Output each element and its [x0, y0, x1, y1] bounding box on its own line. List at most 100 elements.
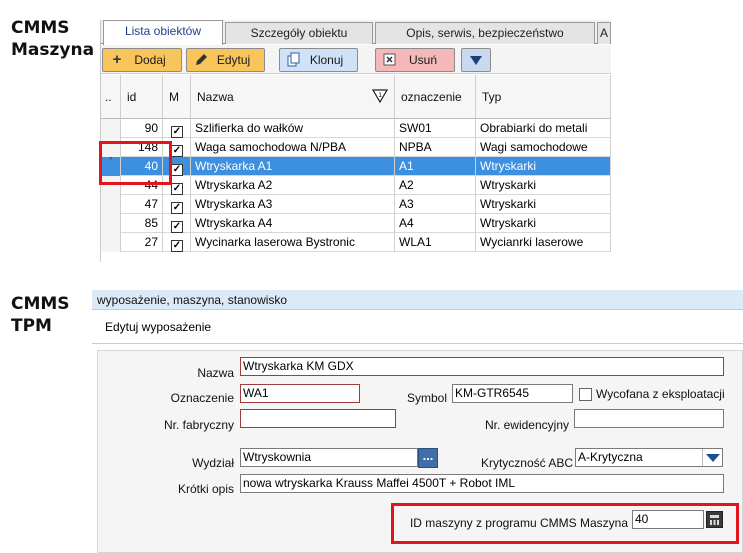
nazwa-label: Nazwa [197, 366, 234, 380]
cell-id: 90 [121, 119, 163, 138]
checkbox-checked-icon[interactable]: ✓ [171, 221, 183, 233]
cell-typ: Wycianrki laserowe [476, 233, 611, 252]
add-button-label: Dodaj [134, 53, 166, 67]
fabryczny-label: Nr. fabryczny [163, 418, 234, 432]
symbol-field[interactable]: KM-GTR6545 [452, 384, 573, 403]
krytycznosc-value: A-Krytyczna [578, 450, 643, 464]
cmms-tpm-label: CMMS TPM [11, 293, 70, 337]
edit-button[interactable]: Edytuj [186, 48, 265, 72]
col-header-m[interactable]: M [163, 75, 191, 119]
row-indicator[interactable] [101, 195, 121, 214]
opis-label: Krótki opis [177, 482, 234, 496]
row-indicator[interactable] [101, 214, 121, 233]
cell-nazwa: Wtryskarka A4 [191, 214, 395, 233]
delete-button[interactable]: Usuń [375, 48, 455, 72]
wydzial-browse-button[interactable]: ... [418, 448, 438, 468]
table-row[interactable]: 27 ✓ Wycinarka laserowa Bystronic WLA1 W… [101, 233, 611, 252]
clone-button-label: Klonuj [309, 53, 344, 67]
highlight-box-id-maszyny [391, 503, 739, 544]
cell-id: 47 [121, 195, 163, 214]
cmms-maszyna-label: CMMS Maszyna [11, 17, 94, 61]
highlight-box-selected-id [99, 141, 172, 185]
cell-id: 85 [121, 214, 163, 233]
cell-m[interactable]: ✓ [163, 233, 191, 252]
wydzial-field[interactable]: Wtryskownia [240, 448, 418, 467]
clone-button[interactable]: Klonuj [279, 48, 358, 72]
cell-nazwa: Wtryskarka A2 [191, 176, 395, 195]
cell-m[interactable]: ✓ [163, 214, 191, 233]
cell-oznaczenie: A4 [395, 214, 476, 233]
col-header-nazwa[interactable]: Nazwa 1 [191, 75, 395, 119]
tab-more[interactable]: A [597, 22, 611, 44]
filter-icon[interactable]: 1 [372, 89, 388, 103]
cell-typ: Wtryskarki [476, 195, 611, 214]
opis-field[interactable]: nowa wtryskarka Krauss Maffei 4500T + Ro… [240, 474, 724, 493]
cell-m[interactable]: ✓ [163, 195, 191, 214]
cell-typ: Wtryskarki [476, 176, 611, 195]
checkbox-checked-icon[interactable]: ✓ [171, 202, 183, 214]
cell-oznaczenie: A1 [395, 157, 476, 176]
cell-id: 27 [121, 233, 163, 252]
cell-nazwa: Wtryskarka A1 [191, 157, 395, 176]
pencil-icon [193, 52, 209, 68]
tab-opis-serwis[interactable]: Opis, serwis, bezpieczeństwo [375, 22, 595, 44]
cell-nazwa: Szlifierka do wałków [191, 119, 395, 138]
grid-header: .. id M Nazwa 1 oznaczenie Typ [101, 75, 611, 119]
cell-oznaczenie: A2 [395, 176, 476, 195]
checkbox-checked-icon[interactable]: ✓ [171, 145, 183, 157]
add-button[interactable]: + Dodaj [102, 48, 182, 72]
more-dropdown-button[interactable] [461, 48, 491, 72]
delete-button-label: Usuń [408, 53, 437, 67]
wydzial-label: Wydział [192, 456, 234, 470]
row-indicator[interactable] [101, 233, 121, 252]
krytycznosc-select[interactable]: A-Krytyczna [575, 448, 723, 467]
checkbox-checked-icon[interactable]: ✓ [171, 183, 183, 195]
checkbox-checked-icon[interactable]: ✓ [171, 164, 183, 176]
svg-text:1: 1 [378, 92, 382, 99]
ewidencyjny-field[interactable] [574, 409, 724, 428]
cmms-maszyna-panel: Lista obiektów Szczegóły obiektu Opis, s… [100, 20, 611, 262]
checkbox-checked-icon[interactable]: ✓ [171, 126, 183, 138]
fabryczny-field[interactable] [240, 409, 396, 428]
nazwa-field[interactable]: Wtryskarka KM GDX [240, 357, 724, 376]
label-line: CMMS [11, 294, 70, 314]
cell-nazwa: Wtryskarka A3 [191, 195, 395, 214]
col-header-indicator[interactable]: .. [101, 75, 121, 119]
table-row[interactable]: 44 ✓ Wtryskarka A2 A2 Wtryskarki [101, 176, 611, 195]
symbol-label: Symbol [406, 391, 447, 405]
label-line: CMMS [11, 18, 70, 38]
table-row[interactable]: 90 ✓ Szlifierka do wałków SW01 Obrabiark… [101, 119, 611, 138]
table-row[interactable]: 148 ✓ Waga samochodowa N/PBA NPBA Wagi s… [101, 138, 611, 157]
plus-icon: + [112, 51, 122, 68]
cell-typ: Wtryskarki [476, 214, 611, 233]
wycofana-label: Wycofana z eksploatacji [596, 387, 725, 401]
tab-lista-obiektow[interactable]: Lista obiektów [103, 20, 223, 45]
col-header-typ[interactable]: Typ [476, 75, 611, 119]
copy-icon [286, 52, 302, 68]
cell-typ: Obrabiarki do metali [476, 119, 611, 138]
table-row[interactable]: 47 ✓ Wtryskarka A3 A3 Wtryskarki [101, 195, 611, 214]
col-header-id[interactable]: id [121, 75, 163, 119]
oznaczenie-field[interactable]: WA1 [240, 384, 360, 403]
cell-oznaczenie: SW01 [395, 119, 476, 138]
breadcrumb: wyposażenie, maszyna, stanowisko [92, 290, 743, 310]
table-row[interactable]: 85 ✓ Wtryskarka A4 A4 Wtryskarki [101, 214, 611, 233]
table-row-selected[interactable]: 40 ✓ Wtryskarka A1 A1 Wtryskarki [101, 157, 611, 176]
edit-button-label: Edytuj [216, 53, 251, 67]
wycofana-checkbox[interactable] [579, 388, 592, 401]
cell-oznaczenie: NPBA [395, 138, 476, 157]
krytycznosc-label: Krytyczność ABC [480, 456, 573, 470]
chevron-down-icon [470, 56, 482, 65]
krytycznosc-dropdown[interactable] [702, 449, 722, 466]
tab-szczegoly-obiektu[interactable]: Szczegóły obiektu [225, 22, 373, 44]
toolbar: + Dodaj Edytuj Klonuj Usuń [101, 45, 611, 74]
chevron-down-icon [706, 454, 720, 462]
cell-typ: Wtryskarki [476, 157, 611, 176]
checkbox-checked-icon[interactable]: ✓ [171, 240, 183, 252]
col-header-oznaczenie[interactable]: oznaczenie [395, 75, 476, 119]
cell-m[interactable]: ✓ [163, 119, 191, 138]
row-indicator[interactable] [101, 119, 121, 138]
oznaczenie-label: Oznaczenie [170, 391, 234, 405]
cell-typ: Wagi samochodowe [476, 138, 611, 157]
page-title: Edytuj wyposażenie [92, 311, 743, 344]
